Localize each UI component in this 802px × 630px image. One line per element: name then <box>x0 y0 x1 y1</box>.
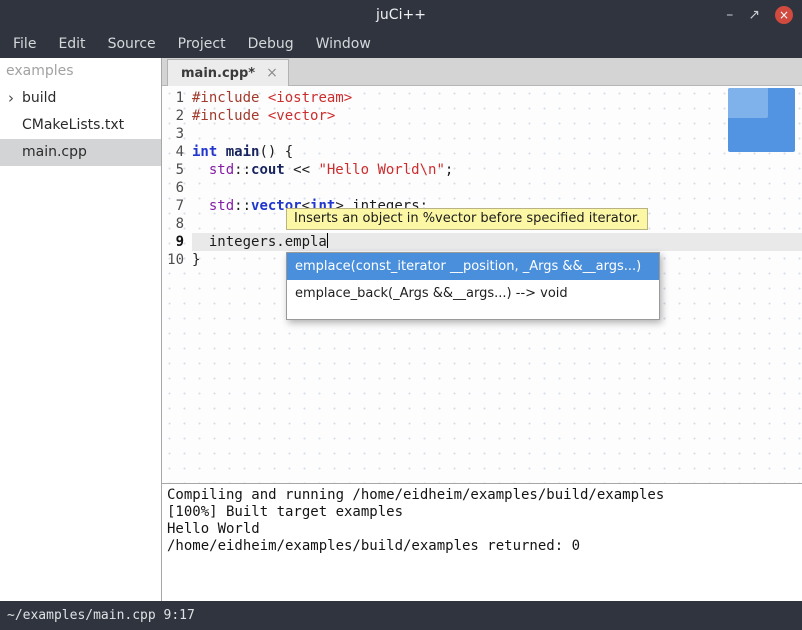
line-number: 4 <box>162 143 192 161</box>
code-line-2[interactable]: 2#include <vector> <box>162 107 802 125</box>
line-content: int main() { <box>192 143 802 161</box>
line-number: 5 <box>162 161 192 179</box>
code-line-6[interactable]: 6 <box>162 179 802 197</box>
close-button[interactable]: × <box>775 6 793 24</box>
text-cursor <box>327 233 328 248</box>
line-number: 2 <box>162 107 192 125</box>
autocomplete-item[interactable]: emplace(const_iterator __position, _Args… <box>287 253 659 280</box>
code-line-5[interactable]: 5 std::cout << "Hello World\n"; <box>162 161 802 179</box>
maximize-button[interactable]: ↗ <box>748 7 760 23</box>
terminal-line: [100%] Built target examples <box>167 504 802 521</box>
expander-icon[interactable]: › <box>8 85 14 112</box>
menu-item-file[interactable]: File <box>2 30 47 58</box>
statusbar: ~/examples/main.cpp 9:17 <box>0 601 802 630</box>
terminal-line: Compiling and running /home/eidheim/exam… <box>167 487 802 504</box>
code-token: "Hello World\n" <box>318 162 444 178</box>
code-token: () { <box>259 144 293 160</box>
line-number: 7 <box>162 197 192 215</box>
tab-close-icon[interactable]: × <box>266 65 278 81</box>
code-token: main <box>226 144 260 160</box>
line-number: 9 <box>162 233 192 251</box>
terminal-output: Compiling and running /home/eidheim/exam… <box>167 487 802 555</box>
line-content <box>192 125 802 143</box>
code-line-9[interactable]: 9 integers.empla <box>162 233 802 251</box>
code-token <box>259 108 267 124</box>
window-title: juCi++ <box>0 0 802 30</box>
terminal[interactable]: Compiling and running /home/eidheim/exam… <box>162 483 802 601</box>
tabbar: main.cpp* × <box>162 58 802 86</box>
code-token <box>192 198 209 214</box>
statusbar-text: ~/examples/main.cpp 9:17 <box>7 608 195 623</box>
terminal-line: Hello World <box>167 521 802 538</box>
code-token: int <box>192 144 217 160</box>
menu-item-source[interactable]: Source <box>97 30 167 58</box>
code-line-1[interactable]: 1#include <iostream> <box>162 89 802 107</box>
code-token: std <box>209 162 234 178</box>
editor-pane: main.cpp* × 1#include <iostream>2#includ… <box>162 58 802 601</box>
code-token: <vector> <box>268 108 335 124</box>
menu-item-project[interactable]: Project <box>167 30 237 58</box>
code-token: ; <box>445 162 453 178</box>
code-token: #include <box>192 108 259 124</box>
menu-item-edit[interactable]: Edit <box>47 30 96 58</box>
tree-item-label: CMakeLists.txt <box>22 117 124 133</box>
tab-label: main.cpp* <box>181 66 255 81</box>
line-content <box>192 179 802 197</box>
titlebar: juCi++ – ↗ × <box>0 0 802 30</box>
sidebar: examples › build CMakeLists.txt main.cpp <box>0 58 161 601</box>
line-number: 10 <box>162 251 192 269</box>
code-token: std <box>209 198 234 214</box>
scrollbar-thumb[interactable] <box>728 88 795 152</box>
code-token <box>259 90 267 106</box>
tooltip-text: Inserts an object in %vector before spec… <box>294 211 640 226</box>
tree-item-cmakelists-txt[interactable]: CMakeLists.txt <box>0 112 161 139</box>
code-token: } <box>192 252 200 268</box>
tree-item-label: main.cpp <box>22 144 87 160</box>
menu-item-window[interactable]: Window <box>305 30 382 58</box>
line-number: 3 <box>162 125 192 143</box>
menu-item-debug[interactable]: Debug <box>237 30 305 58</box>
sidebar-header: examples <box>0 58 161 85</box>
doc-tooltip: Inserts an object in %vector before spec… <box>286 208 648 230</box>
tree-item-main-cpp[interactable]: main.cpp <box>0 139 161 166</box>
main-area: examples › build CMakeLists.txt main.cpp ma… <box>0 58 802 601</box>
code-token <box>192 162 209 178</box>
code-token: integers.empla <box>192 234 327 250</box>
line-content: std::cout << "Hello World\n"; <box>192 161 802 179</box>
code-token: :: <box>234 198 251 214</box>
menubar: FileEditSourceProjectDebugWindow <box>0 30 802 58</box>
code-area: 1#include <iostream>2#include <vector>34… <box>162 89 802 269</box>
line-content: integers.empla <box>192 233 802 251</box>
tab-main-cpp[interactable]: main.cpp* × <box>167 59 289 86</box>
code-line-3[interactable]: 3 <box>162 125 802 143</box>
file-tree: › build CMakeLists.txt main.cpp <box>0 85 161 166</box>
line-content: #include <iostream> <box>192 89 802 107</box>
autocomplete-item[interactable]: emplace_back(_Args &&__args...) --> void <box>287 280 659 307</box>
code-token: #include <box>192 90 259 106</box>
line-number: 1 <box>162 89 192 107</box>
autocomplete-popup: emplace(const_iterator __position, _Args… <box>286 252 660 320</box>
window-controls: – ↗ × <box>726 0 793 30</box>
tree-item-label: build <box>22 90 56 106</box>
terminal-line: /home/eidheim/examples/build/examples re… <box>167 538 802 555</box>
minimize-button[interactable]: – <box>726 7 733 23</box>
code-token: :: <box>234 162 251 178</box>
code-token: << <box>285 162 319 178</box>
line-number: 6 <box>162 179 192 197</box>
line-number: 8 <box>162 215 192 233</box>
code-token: cout <box>251 162 285 178</box>
tree-item-build[interactable]: › build <box>0 85 161 112</box>
line-content: #include <vector> <box>192 107 802 125</box>
code-token <box>217 144 225 160</box>
code-token: <iostream> <box>268 90 352 106</box>
code-line-4[interactable]: 4int main() { <box>162 143 802 161</box>
